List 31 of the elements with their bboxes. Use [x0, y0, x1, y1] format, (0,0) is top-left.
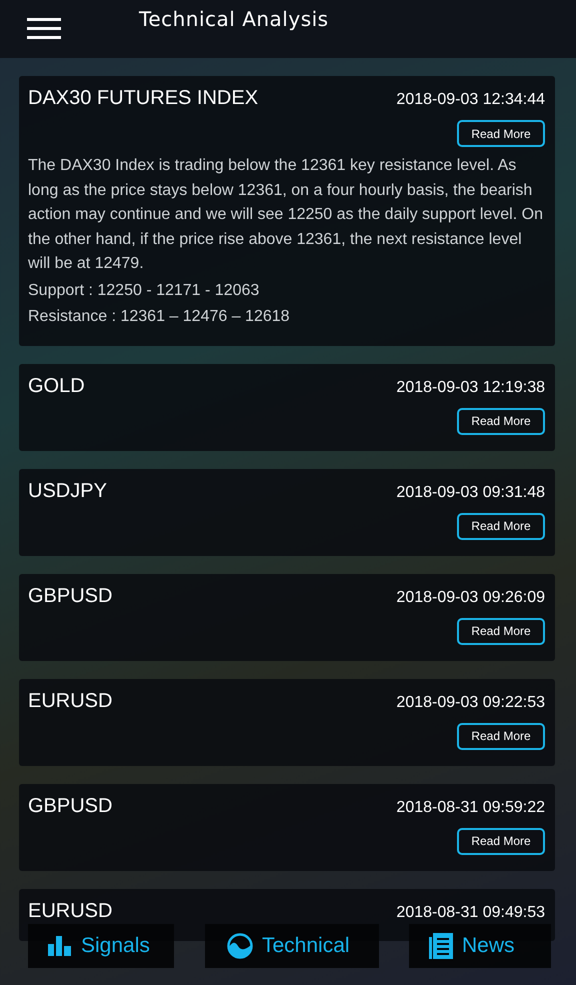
read-more-button[interactable]: Read More [457, 722, 545, 750]
timestamp: 2018-08-31 09:49:53 [396, 904, 545, 922]
instrument-name: GBPUSD [28, 794, 112, 818]
read-more-button[interactable]: Read More [457, 618, 545, 644]
nav-tab[interactable]: Technical [205, 924, 379, 968]
instrument-name: DAX30 FUTURES INDEX [28, 87, 258, 110]
instrument-name: GOLD [28, 374, 85, 398]
analysis-text: Resistance : 12361 – 12476 – 12618 [28, 307, 291, 327]
instrument-name: USDJPY [28, 480, 107, 502]
timestamp: 2018-09-03 09:26:09 [396, 588, 545, 606]
nav-tab[interactable]: Signals [28, 924, 174, 968]
nav-tab[interactable]: News [409, 924, 551, 968]
read-more-button[interactable]: Read More [457, 120, 545, 147]
analysis-text: Support : 12250 - 12171 - 12063 [28, 280, 260, 300]
instrument-name: EURUSD [28, 690, 112, 712]
timestamp: 2018-09-03 09:31:48 [396, 484, 545, 502]
read-more-button[interactable]: Read More [457, 828, 545, 854]
menu-icon[interactable] [27, 18, 61, 40]
read-more-button[interactable]: Read More [457, 512, 545, 540]
bar-chart-icon [48, 936, 72, 956]
timestamp: 2018-09-03 09:22:53 [396, 694, 545, 712]
instrument-name: EURUSD [28, 900, 112, 922]
document-icon [429, 933, 453, 959]
page-title: Technical Analysis [139, 7, 329, 31]
timestamp: 2018-09-03 12:19:38 [396, 378, 545, 396]
analysis-text: The DAX30 Index is trading below the 12361 key resistance level. As long as the price stays below 12361, on a four hourly basis, the bearish action may continue and we will see 12250 as the daily support level. On the other hand, if the price rise above 12361, the next resistance level will be at 12479. [28, 156, 544, 274]
timestamp: 2018-08-31 09:59:22 [396, 798, 545, 816]
read-more-button[interactable]: Read More [457, 408, 545, 434]
instrument-name: GBPUSD [28, 584, 112, 608]
timestamp: 2018-09-03 12:34:44 [396, 91, 545, 109]
wave-icon [227, 933, 253, 959]
